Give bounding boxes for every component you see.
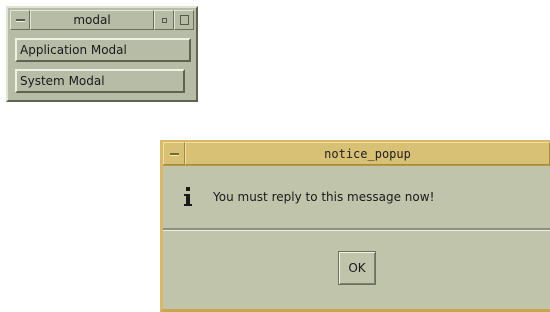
ok-button[interactable]: OK	[338, 251, 376, 285]
modal-titlebar[interactable]: modal	[10, 10, 194, 30]
modal-window-title[interactable]: modal	[30, 10, 154, 30]
application-modal-button[interactable]: Application Modal	[15, 38, 191, 62]
notice-message: You must reply to this message now!	[213, 190, 435, 204]
maximize-button[interactable]	[174, 10, 194, 30]
popup-window-menu-button[interactable]	[163, 142, 185, 165]
window-menu-icon	[15, 19, 25, 21]
modal-window: modal Application Modal System Modal	[6, 6, 198, 102]
window-menu-icon	[169, 152, 179, 155]
system-modal-button[interactable]: System Modal	[15, 69, 185, 93]
minimize-icon	[161, 17, 167, 23]
notice-titlebar[interactable]: notice_popup	[163, 142, 550, 166]
notice-popup-title[interactable]: notice_popup	[185, 142, 550, 165]
minimize-button[interactable]	[154, 10, 174, 30]
button-area: OK	[163, 230, 550, 308]
notice-popup-dialog: notice_popup You must reply to this mess…	[160, 140, 550, 312]
info-icon	[181, 187, 195, 207]
message-area: You must reply to this message now!	[163, 166, 550, 230]
maximize-icon	[179, 15, 189, 25]
window-menu-button[interactable]	[10, 10, 30, 30]
